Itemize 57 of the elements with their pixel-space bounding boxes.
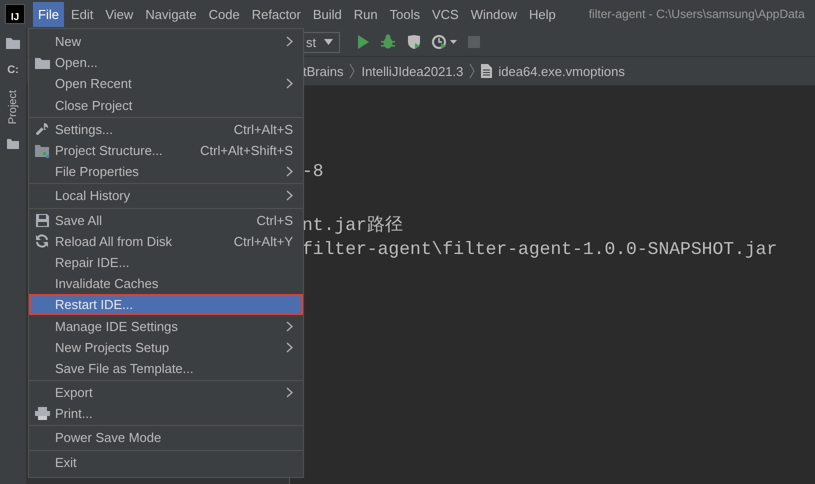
menu-bar-item[interactable]: Window xyxy=(466,2,522,26)
run-icon[interactable] xyxy=(356,34,370,50)
menu-bar-item[interactable]: Navigate xyxy=(140,2,202,26)
menu-item[interactable]: New xyxy=(29,31,303,52)
menu-bar-item[interactable]: VCS xyxy=(426,2,464,26)
shield-icon[interactable] xyxy=(406,34,422,50)
chevron-icon xyxy=(349,63,356,79)
breadcrumb[interactable]: IntelliJIdea2021.3 xyxy=(361,64,464,78)
drive-label[interactable]: C: xyxy=(7,64,19,76)
menu-item[interactable]: Reload All from Disk Ctrl+Alt+Y xyxy=(29,230,303,252)
menu-item[interactable]: Invalidate Caches xyxy=(29,273,303,294)
menu-item[interactable]: Exit xyxy=(29,452,303,473)
chevron-icon xyxy=(469,63,476,79)
menu-item[interactable]: Open Recent xyxy=(29,73,303,95)
profiler-icon[interactable] xyxy=(432,34,458,50)
menu-item[interactable]: Save File as Template... xyxy=(29,358,303,379)
caret-icon xyxy=(324,39,334,45)
floppy-icon xyxy=(36,214,48,227)
menu-item[interactable]: Settings... Ctrl+Alt+S xyxy=(29,118,303,140)
code-line: -8 xyxy=(302,161,325,184)
menu-item[interactable]: Close Project xyxy=(29,94,303,116)
menu-item[interactable]: Local History xyxy=(29,185,303,206)
printer-icon xyxy=(34,407,50,420)
menu-item[interactable]: Open... xyxy=(29,52,303,74)
menu-item[interactable]: Export xyxy=(29,382,303,404)
menu-item[interactable]: New Projects Setup xyxy=(29,336,303,358)
window-title: filter-agent - C:\Users\samsung\AppData xyxy=(588,7,805,21)
menu-item[interactable]: Repair IDE... xyxy=(29,252,303,274)
menu-bar-item[interactable]: Build xyxy=(308,2,347,26)
menu-bar-item[interactable]: Run xyxy=(348,2,383,26)
menu-item[interactable]: Save All Ctrl+S xyxy=(29,210,303,231)
menu-item[interactable]: Project Structure... Ctrl+Alt+Shift+S xyxy=(29,140,303,162)
code-line: nt.jar路径 xyxy=(302,214,404,238)
menu-bar-item[interactable]: Code xyxy=(204,2,245,26)
code-line: filter-agent\filter-agent-1.0.0-SNAPSHOT.jar xyxy=(302,239,778,262)
breadcrumb[interactable]: tBrains xyxy=(303,64,344,78)
reload-icon xyxy=(35,234,49,248)
menu-item[interactable]: Restart IDE... xyxy=(29,294,303,316)
menu-item[interactable]: File Properties xyxy=(29,161,303,182)
project-tab[interactable]: Project xyxy=(7,84,19,130)
folder-icon[interactable] xyxy=(5,36,21,50)
folder-icon xyxy=(7,138,19,150)
wrench-icon xyxy=(35,122,49,136)
bug-icon[interactable] xyxy=(380,34,396,50)
menu-item[interactable]: Manage IDE Settings xyxy=(29,315,303,337)
menu-bar-item[interactable]: Help xyxy=(524,2,561,26)
menu-bar-item[interactable]: File xyxy=(33,2,64,26)
menu-item[interactable]: Print... xyxy=(29,403,303,424)
app-logo: IJ xyxy=(5,4,25,24)
file-icon xyxy=(481,64,492,78)
structure-icon xyxy=(35,144,49,158)
breadcrumb[interactable]: idea64.exe.vmoptions xyxy=(498,64,625,78)
menu-bar-item[interactable]: View xyxy=(100,2,138,26)
menu-item[interactable]: Power Save Mode xyxy=(29,427,303,449)
menu-bar-item[interactable]: Edit xyxy=(66,2,98,26)
menu-bar-item[interactable]: Refactor xyxy=(246,2,306,26)
menu-bar-item[interactable]: Tools xyxy=(384,2,425,26)
